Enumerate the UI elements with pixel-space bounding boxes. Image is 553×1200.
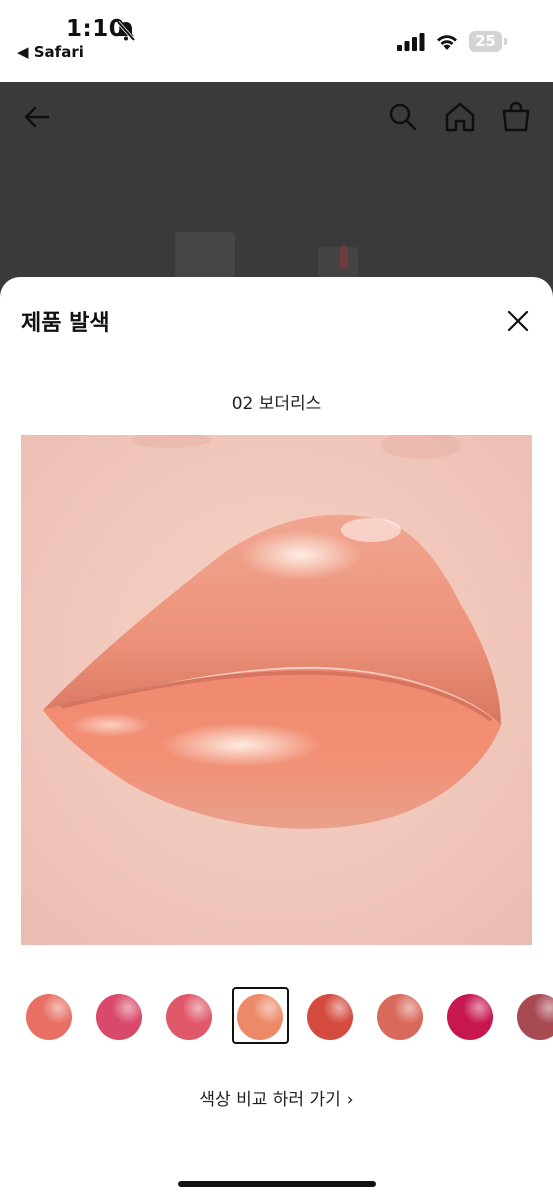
shopping-bag-icon[interactable]	[499, 100, 533, 134]
color-chip[interactable]	[307, 994, 353, 1040]
color-chip[interactable]	[447, 994, 493, 1040]
bell-muted-icon	[116, 20, 136, 42]
back-arrow-icon[interactable]	[20, 100, 54, 134]
product-image-blurred	[340, 245, 348, 269]
product-image-blurred	[175, 232, 235, 282]
color-chip-selected[interactable]	[237, 994, 283, 1040]
color-chip[interactable]	[26, 994, 72, 1040]
home-icon[interactable]	[443, 100, 477, 134]
cellular-signal-icon	[397, 33, 425, 51]
color-swatch-sheet: 제품 발색 02 보더리스 색상 비교 하러 가기 ›	[0, 277, 553, 1200]
status-bar: 1:10 ◀ Safari 25	[0, 0, 553, 82]
battery-level: 25	[475, 32, 496, 50]
wifi-icon	[437, 35, 457, 50]
compare-colors-link[interactable]: 색상 비교 하러 가기 ›	[0, 1085, 553, 1110]
chevron-right-icon: ›	[346, 1090, 354, 1110]
back-to-safari-link[interactable]: ◀ Safari	[17, 43, 84, 61]
search-icon[interactable]	[386, 100, 420, 134]
battery-indicator: 25	[469, 31, 507, 52]
color-chip[interactable]	[96, 994, 142, 1040]
shade-name: 02 보더리스	[231, 394, 322, 414]
home-indicator	[178, 1181, 376, 1187]
color-chip[interactable]	[377, 994, 423, 1040]
sheet-title: 제품 발색	[21, 311, 110, 336]
color-chip[interactable]	[166, 994, 212, 1040]
color-chip[interactable]	[517, 994, 553, 1040]
color-chip-row	[0, 987, 553, 1047]
close-icon[interactable]	[502, 305, 534, 337]
lip-swatch-image	[21, 435, 532, 945]
compare-colors-label: 색상 비교 하러 가기	[199, 1090, 341, 1110]
